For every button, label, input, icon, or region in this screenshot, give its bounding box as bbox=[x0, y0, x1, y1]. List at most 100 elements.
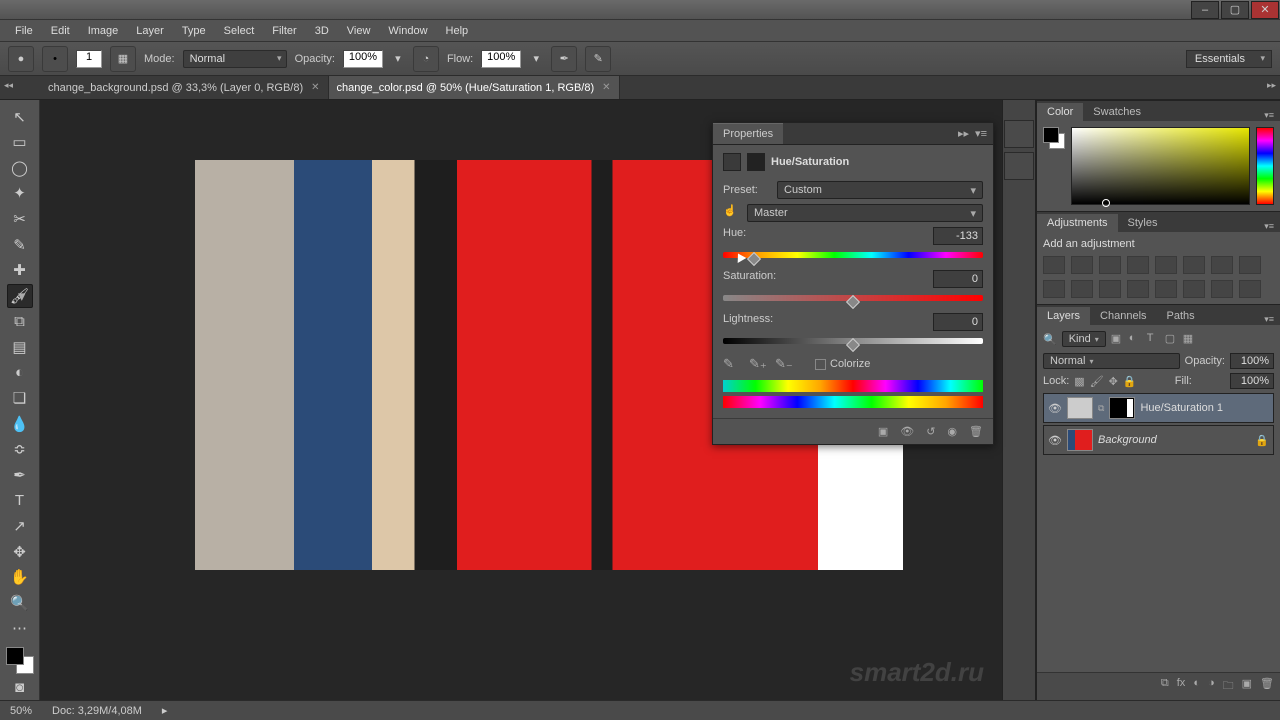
menu-select[interactable]: Select bbox=[215, 22, 264, 40]
fg-swatch[interactable] bbox=[1043, 127, 1059, 143]
airbrush-icon[interactable]: ✒ bbox=[551, 46, 577, 72]
properties-panel[interactable]: Properties ▸▸▾≡ Hue/Saturation Preset: C… bbox=[712, 122, 994, 445]
huesat-icon[interactable] bbox=[1183, 256, 1205, 274]
hand-tool[interactable]: ✋ bbox=[7, 565, 33, 589]
fx-icon[interactable]: fx bbox=[1177, 677, 1186, 696]
pen-tool[interactable]: ✒ bbox=[7, 463, 33, 487]
flow-input[interactable]: 100% bbox=[481, 50, 521, 68]
marquee-tool[interactable]: ▭ bbox=[7, 131, 33, 155]
heal-tool[interactable]: ✚ bbox=[7, 258, 33, 282]
hue-slider[interactable] bbox=[723, 248, 983, 262]
trash-icon[interactable]: 🗑 bbox=[1260, 677, 1274, 696]
hue-value-input[interactable]: -133 bbox=[933, 227, 983, 245]
clip-to-layer-icon[interactable]: ▣ bbox=[878, 425, 888, 438]
panel-menu-icon[interactable]: ▾≡ bbox=[1258, 221, 1280, 232]
lock-paint-icon[interactable]: 🖌 bbox=[1090, 375, 1104, 388]
edit-toolbar-icon[interactable]: ⋯ bbox=[7, 616, 33, 640]
color-swatch-pair[interactable] bbox=[1043, 127, 1065, 149]
flow-popup-icon[interactable]: ▾ bbox=[529, 46, 543, 72]
collapsed-panel-icon[interactable] bbox=[1004, 152, 1034, 180]
threshold-icon[interactable] bbox=[1183, 280, 1205, 298]
lasso-tool[interactable]: ◯ bbox=[7, 156, 33, 180]
layer-blend-select[interactable]: Normal bbox=[1043, 353, 1180, 369]
close-tab-icon[interactable]: ✕ bbox=[602, 82, 610, 93]
layer-row-background[interactable]: 👁 Background 🔒 bbox=[1043, 425, 1274, 455]
chanmix-icon[interactable] bbox=[1071, 280, 1093, 298]
dodge-tool[interactable]: ≎ bbox=[7, 438, 33, 462]
menu-type[interactable]: Type bbox=[173, 22, 215, 40]
close-tab-icon[interactable]: ✕ bbox=[311, 82, 319, 93]
document-tab-1[interactable]: change_background.psd @ 33,3% (Layer 0, … bbox=[40, 76, 329, 99]
gradmap-icon[interactable] bbox=[1211, 280, 1233, 298]
menu-image[interactable]: Image bbox=[79, 22, 128, 40]
targeted-adjust-icon[interactable]: ☝ bbox=[723, 204, 741, 222]
selcolor-icon[interactable] bbox=[1239, 280, 1261, 298]
saturation-slider[interactable] bbox=[723, 291, 983, 305]
eyedropper-sub-icon[interactable]: ✎₋ bbox=[775, 356, 791, 372]
filter-icon[interactable]: 🔍 bbox=[1043, 333, 1057, 346]
lightness-value-input[interactable]: 0 bbox=[933, 313, 983, 331]
panel-menu-icon[interactable]: ▾≡ bbox=[1258, 110, 1280, 121]
sv-picker[interactable] bbox=[1071, 127, 1250, 205]
menu-filter[interactable]: Filter bbox=[263, 22, 305, 40]
move-tool[interactable]: ↖ bbox=[7, 105, 33, 129]
workspace-select[interactable]: Essentials bbox=[1186, 50, 1272, 68]
mask-icon[interactable]: ◐ bbox=[1193, 677, 1200, 696]
pressure-size-icon[interactable]: ✎ bbox=[585, 46, 611, 72]
reset-icon[interactable]: ↺ bbox=[926, 425, 935, 438]
bw-icon[interactable] bbox=[1239, 256, 1261, 274]
tab-adjustments[interactable]: Adjustments bbox=[1037, 214, 1118, 232]
vibrance-icon[interactable] bbox=[1155, 256, 1177, 274]
history-brush-tool[interactable]: ▤ bbox=[7, 335, 33, 359]
view-previous-icon[interactable]: 👁 bbox=[900, 425, 914, 438]
colorize-checkbox[interactable] bbox=[815, 359, 826, 370]
colorlookup-icon[interactable] bbox=[1099, 280, 1121, 298]
layer-thumb[interactable] bbox=[1067, 429, 1093, 451]
maximize-button[interactable]: ▢ bbox=[1221, 1, 1249, 19]
levels-icon[interactable] bbox=[1071, 256, 1093, 274]
menu-3d[interactable]: 3D bbox=[306, 22, 338, 40]
zoom-tool[interactable]: 🔍 bbox=[7, 591, 33, 615]
new-fill-icon[interactable]: ◑ bbox=[1208, 677, 1215, 696]
zoom-level[interactable]: 50% bbox=[10, 705, 32, 717]
minimize-button[interactable]: – bbox=[1191, 1, 1219, 19]
lock-trans-icon[interactable]: ▩ bbox=[1074, 375, 1084, 388]
eyedropper-tool[interactable]: ✎ bbox=[7, 233, 33, 257]
tab-layers[interactable]: Layers bbox=[1037, 307, 1090, 325]
range-select[interactable]: Master bbox=[747, 204, 983, 222]
quick-mask-icon[interactable]: ◙ bbox=[7, 675, 33, 699]
menu-file[interactable]: File bbox=[6, 22, 42, 40]
layer-opacity-input[interactable]: 100% bbox=[1230, 353, 1274, 369]
status-arrow-icon[interactable]: ▸ bbox=[162, 704, 168, 717]
visibility-icon[interactable]: 👁 bbox=[1048, 402, 1062, 415]
shape-tool[interactable]: ✥ bbox=[7, 540, 33, 564]
curves-icon[interactable] bbox=[1099, 256, 1121, 274]
eraser-tool[interactable]: ◐ bbox=[7, 361, 33, 385]
filter-smart-icon[interactable]: ▦ bbox=[1183, 332, 1197, 346]
layer-name[interactable]: Background bbox=[1098, 434, 1157, 446]
exposure-icon[interactable] bbox=[1127, 256, 1149, 274]
photofilter-icon[interactable] bbox=[1043, 280, 1065, 298]
menu-edit[interactable]: Edit bbox=[42, 22, 79, 40]
fill-input[interactable]: 100% bbox=[1230, 373, 1274, 389]
crop-tool[interactable]: ✂ bbox=[7, 207, 33, 231]
collapsed-panel-icon[interactable] bbox=[1004, 120, 1034, 148]
visibility-icon[interactable]: 👁 bbox=[1048, 434, 1062, 447]
tab-color[interactable]: Color bbox=[1037, 103, 1083, 121]
trash-icon[interactable]: 🗑 bbox=[969, 425, 983, 438]
toggle-visibility-icon[interactable]: ◉ bbox=[947, 425, 957, 438]
brush-preview-icon[interactable]: • bbox=[42, 46, 68, 72]
document-tab-2[interactable]: change_color.psd @ 50% (Hue/Saturation 1… bbox=[329, 76, 620, 99]
panel-menu-icon[interactable]: ▾≡ bbox=[1258, 314, 1280, 325]
filter-adj-icon[interactable]: ◐ bbox=[1129, 332, 1143, 346]
eyedropper-add-icon[interactable]: ✎₊ bbox=[749, 356, 765, 372]
lock-pos-icon[interactable]: ✥ bbox=[1109, 375, 1118, 388]
tab-styles[interactable]: Styles bbox=[1118, 214, 1168, 232]
doc-info[interactable]: Doc: 3,29M/4,08M bbox=[52, 705, 142, 717]
colorbal-icon[interactable] bbox=[1211, 256, 1233, 274]
blur-tool[interactable]: 💧 bbox=[7, 412, 33, 436]
menu-window[interactable]: Window bbox=[379, 22, 436, 40]
lightness-slider[interactable] bbox=[723, 334, 983, 348]
blend-mode-select[interactable]: Normal bbox=[183, 50, 287, 68]
layer-filter-select[interactable]: Kind bbox=[1062, 331, 1106, 347]
